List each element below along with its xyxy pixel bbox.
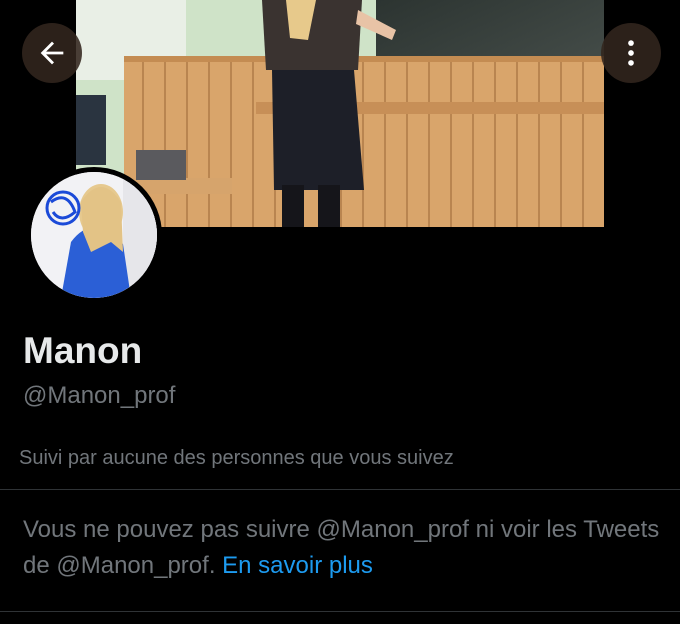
profile-banner[interactable] bbox=[76, 0, 604, 227]
profile-avatar[interactable] bbox=[26, 167, 162, 303]
banner-image bbox=[76, 0, 604, 227]
more-options-button[interactable] bbox=[601, 23, 661, 83]
divider bbox=[0, 489, 680, 490]
arrow-left-icon bbox=[40, 41, 64, 65]
avatar-image bbox=[31, 172, 157, 298]
back-button[interactable] bbox=[22, 23, 82, 83]
profile-handle: @Manon_prof bbox=[23, 382, 176, 409]
followed-by-text: Suivi par aucune des personnes que vous … bbox=[19, 447, 454, 469]
blocked-notice: Vous ne pouvez pas suivre @Manon_prof ni… bbox=[23, 512, 663, 584]
divider bbox=[0, 611, 680, 612]
learn-more-link[interactable]: En savoir plus bbox=[222, 552, 373, 579]
more-vertical-icon bbox=[628, 40, 634, 66]
profile-display-name: Manon bbox=[23, 330, 143, 371]
